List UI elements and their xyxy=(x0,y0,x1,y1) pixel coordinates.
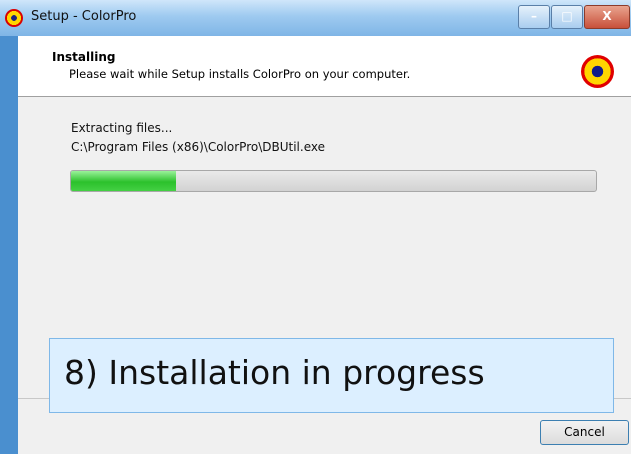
colorpro-logo-icon xyxy=(5,9,23,27)
step-caption: 8) Installation in progress xyxy=(49,338,614,413)
setup-window: Setup - ColorPro – □ X Installing Please… xyxy=(0,0,631,454)
progress-bar-fill xyxy=(71,171,176,191)
window-title: Setup - ColorPro xyxy=(31,9,137,24)
maximize-button[interactable]: □ xyxy=(551,5,583,29)
colorpro-logo-icon xyxy=(581,55,614,88)
minimize-button[interactable]: – xyxy=(518,5,550,29)
status-text: Extracting files... xyxy=(71,121,173,135)
close-button[interactable]: X xyxy=(584,5,630,29)
title-bar[interactable]: Setup - ColorPro – □ X xyxy=(0,0,631,36)
current-file-path: C:\Program Files (x86)\ColorPro\DBUtil.e… xyxy=(71,140,325,154)
page-subtitle: Please wait while Setup installs ColorPr… xyxy=(69,67,411,81)
cancel-button[interactable]: Cancel xyxy=(540,420,629,445)
page-title: Installing xyxy=(52,50,116,64)
wizard-header: Installing Please wait while Setup insta… xyxy=(18,36,631,97)
progress-bar xyxy=(70,170,597,192)
caption-text: 8) Installation in progress xyxy=(64,353,485,392)
